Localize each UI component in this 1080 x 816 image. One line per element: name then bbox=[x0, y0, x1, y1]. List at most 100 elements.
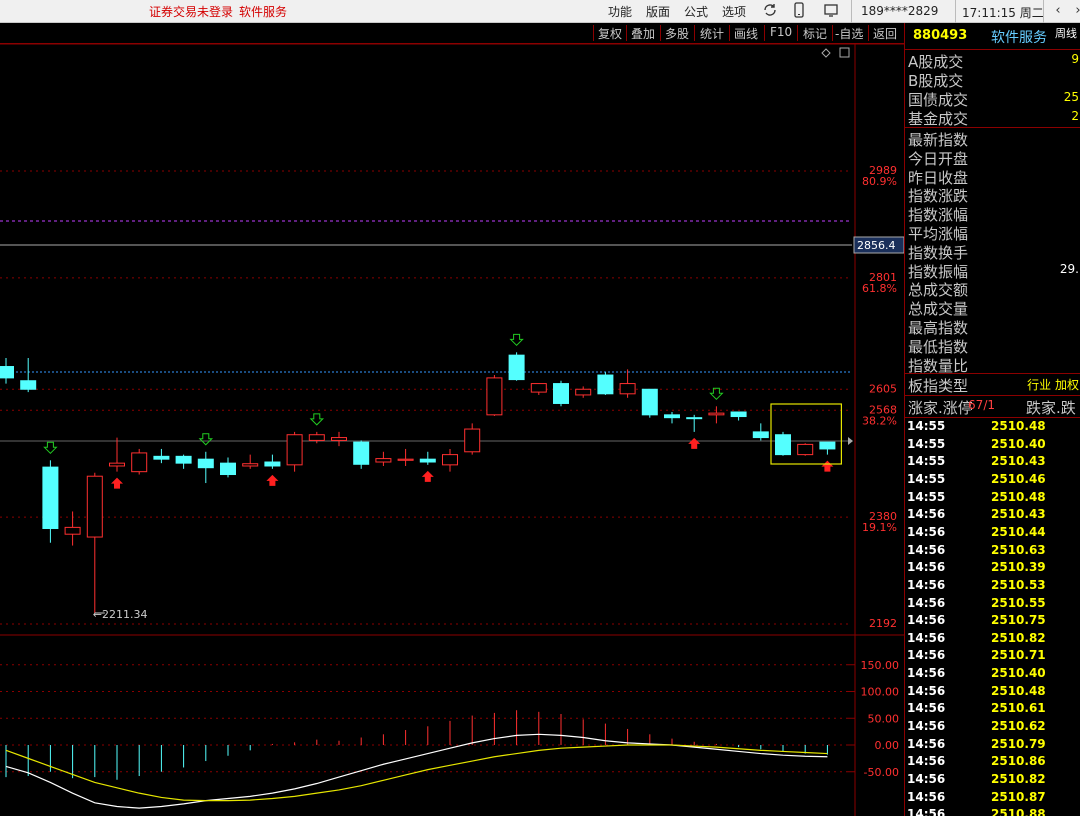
tick-row: 14:56 2510.40 bbox=[905, 666, 1080, 684]
candle-body bbox=[264, 461, 281, 467]
candle[interactable] bbox=[242, 454, 259, 469]
quote-row: 指数量比 bbox=[905, 355, 1080, 375]
buy-arrow-icon bbox=[266, 474, 279, 486]
candle[interactable] bbox=[109, 437, 125, 472]
candle[interactable] bbox=[175, 454, 192, 469]
tick-row: 14:56 2510.53 bbox=[905, 578, 1080, 596]
candle[interactable] bbox=[442, 448, 458, 472]
candle-body bbox=[486, 377, 503, 416]
stat-row: 基金成交 2 bbox=[905, 108, 1080, 128]
current-price-tag: 2856.4 bbox=[857, 239, 896, 252]
candle[interactable] bbox=[131, 448, 148, 475]
divider bbox=[905, 395, 1080, 396]
candle-body bbox=[220, 462, 236, 476]
candle[interactable] bbox=[397, 448, 414, 466]
diamond-icon bbox=[821, 48, 831, 58]
candle[interactable] bbox=[86, 472, 103, 614]
tick-row: 14:56 2510.82 bbox=[905, 631, 1080, 649]
tick-price: 2510.71 bbox=[991, 648, 1046, 663]
low-marker-label: ←2211.34 bbox=[93, 608, 148, 621]
candle[interactable] bbox=[264, 454, 281, 469]
candle[interactable] bbox=[419, 451, 436, 465]
macd-label: 50.00 bbox=[868, 712, 900, 725]
tick-price: 2510.44 bbox=[991, 524, 1046, 539]
clock: 17:11:15 周二 bbox=[962, 6, 1044, 20]
candle-body bbox=[797, 443, 814, 456]
candle[interactable] bbox=[730, 411, 747, 421]
macd-dif-line bbox=[5, 733, 828, 809]
buy-arrow-icon bbox=[421, 470, 434, 482]
tick-time: 14:55 bbox=[907, 419, 946, 433]
candle[interactable] bbox=[286, 431, 303, 472]
candle-body bbox=[331, 437, 347, 441]
candle[interactable] bbox=[508, 352, 525, 381]
candle[interactable] bbox=[819, 441, 836, 455]
candle[interactable] bbox=[641, 388, 658, 418]
candle-body bbox=[619, 383, 636, 395]
candle[interactable] bbox=[797, 443, 814, 456]
candle-body bbox=[353, 441, 370, 465]
stat-row: A股成交 9 bbox=[905, 51, 1080, 71]
kline-chart[interactable]: 298980.9%280161.8%2605256838.2%238019.1%… bbox=[0, 0, 904, 816]
index-type-value: 行业 加权 bbox=[1027, 378, 1079, 392]
tick-price: 2510.88 bbox=[991, 807, 1046, 816]
candle[interactable] bbox=[686, 414, 703, 432]
candle[interactable] bbox=[153, 448, 170, 464]
period-label[interactable]: 周线 bbox=[1055, 25, 1077, 41]
candle-body bbox=[752, 431, 769, 439]
candle[interactable] bbox=[42, 460, 59, 543]
candle[interactable] bbox=[486, 375, 503, 416]
tick-row: 14:56 2510.44 bbox=[905, 525, 1080, 543]
stat-label: A股成交 bbox=[908, 53, 964, 71]
candle[interactable] bbox=[220, 457, 236, 478]
candle[interactable] bbox=[597, 372, 614, 395]
candle[interactable] bbox=[64, 511, 81, 546]
tick-time: 14:56 bbox=[907, 560, 946, 575]
fib-percent-label: 80.9% bbox=[862, 175, 897, 188]
tick-row: 14:55 2510.43 bbox=[905, 454, 1080, 472]
divider bbox=[905, 417, 1080, 418]
tick-row: 14:55 2510.46 bbox=[905, 472, 1080, 490]
candles[interactable] bbox=[0, 352, 836, 614]
candle-body bbox=[86, 475, 103, 538]
candle[interactable] bbox=[530, 383, 547, 395]
candle[interactable] bbox=[375, 451, 392, 466]
nav-back-icon[interactable]: ‹ bbox=[1049, 2, 1067, 20]
candle-body bbox=[308, 434, 325, 441]
candle[interactable] bbox=[0, 357, 14, 384]
divider bbox=[905, 373, 1080, 374]
candle-body bbox=[530, 383, 547, 393]
divider bbox=[1043, 0, 1044, 23]
candle[interactable] bbox=[664, 411, 680, 424]
candle[interactable] bbox=[331, 431, 347, 447]
tick-price: 2510.87 bbox=[991, 789, 1046, 804]
candle[interactable] bbox=[197, 451, 214, 484]
candle-body bbox=[286, 434, 303, 466]
index-code: 880493 bbox=[913, 28, 968, 43]
tick-row: 14:56 2510.87 bbox=[905, 790, 1080, 808]
candle[interactable] bbox=[708, 406, 725, 424]
tick-price: 2510.40 bbox=[991, 436, 1046, 451]
candle[interactable] bbox=[353, 440, 370, 469]
candle[interactable] bbox=[20, 357, 37, 393]
tick-time: 14:56 bbox=[907, 507, 946, 522]
candle[interactable] bbox=[464, 423, 481, 455]
candle[interactable] bbox=[752, 423, 769, 441]
candle[interactable] bbox=[308, 431, 325, 444]
tick-time: 14:55 bbox=[907, 471, 946, 486]
candle[interactable] bbox=[775, 431, 791, 456]
breadth-label-2: 跌家.跌 bbox=[1026, 399, 1076, 417]
stat-label: 国债成交 bbox=[908, 91, 969, 109]
candle[interactable] bbox=[619, 369, 636, 398]
candle[interactable] bbox=[575, 386, 592, 398]
candle-body bbox=[442, 454, 458, 466]
candle[interactable] bbox=[553, 380, 569, 407]
candle-body bbox=[42, 466, 59, 530]
fib-percent-label: 38.2% bbox=[862, 414, 897, 427]
buy-arrow-icon bbox=[688, 437, 701, 449]
candle-body bbox=[109, 462, 125, 467]
nav-forward-icon[interactable]: › bbox=[1069, 2, 1080, 20]
tick-row: 14:56 2510.82 bbox=[905, 772, 1080, 790]
quote-row: 平均涨幅 bbox=[905, 223, 1080, 243]
sell-arrow-icon bbox=[509, 333, 524, 347]
